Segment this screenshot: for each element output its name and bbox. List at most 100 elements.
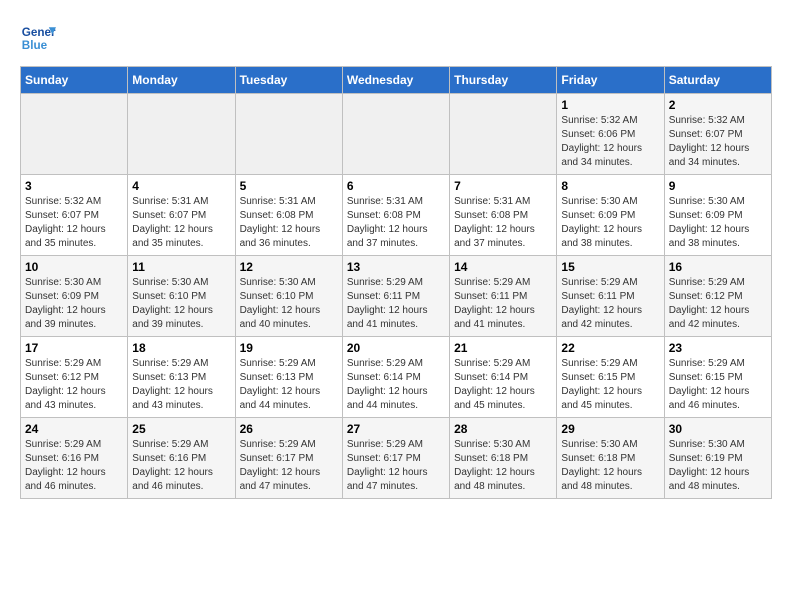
day-info: Sunrise: 5:30 AMSunset: 6:18 PMDaylight:…	[561, 438, 659, 494]
day-number: 24	[25, 422, 123, 436]
day-number: 13	[347, 260, 445, 274]
day-number: 16	[669, 260, 767, 274]
calendar-cell-0-3	[342, 94, 449, 175]
calendar-cell-2-4: 14 Sunrise: 5:29 AMSunset: 6:11 PMDayligh…	[450, 256, 557, 337]
day-info: Sunrise: 5:29 AMSunset: 6:11 PMDaylight:…	[454, 276, 552, 332]
day-number: 20	[347, 341, 445, 355]
day-number: 10	[25, 260, 123, 274]
calendar-cell-1-1: 4 Sunrise: 5:31 AMSunset: 6:07 PMDaylight…	[128, 175, 235, 256]
day-info: Sunrise: 5:31 AMSunset: 6:08 PMDaylight:…	[347, 195, 445, 251]
day-info: Sunrise: 5:29 AMSunset: 6:13 PMDaylight:…	[132, 357, 230, 413]
day-info: Sunrise: 5:32 AMSunset: 6:06 PMDaylight:…	[561, 114, 659, 170]
calendar-cell-1-3: 6 Sunrise: 5:31 AMSunset: 6:08 PMDaylight…	[342, 175, 449, 256]
day-number: 22	[561, 341, 659, 355]
calendar-cell-4-3: 27Sunrise: 5:29 AMSunset: 6:17 PMDayligh…	[342, 418, 449, 499]
day-number: 7	[454, 179, 552, 193]
weekday-header-sunday: Sunday	[21, 67, 128, 94]
calendar-cell-1-6: 9 Sunrise: 5:30 AMSunset: 6:09 PMDaylight…	[664, 175, 771, 256]
day-info: Sunrise: 5:30 AMSunset: 6:19 PMDaylight:…	[669, 438, 767, 494]
day-number: 8	[561, 179, 659, 193]
day-number: 28	[454, 422, 552, 436]
calendar-cell-2-3: 13 Sunrise: 5:29 AMSunset: 6:11 PMDayligh…	[342, 256, 449, 337]
day-number: 5	[240, 179, 338, 193]
day-info: Sunrise: 5:29 AMSunset: 6:16 PMDaylight:…	[132, 438, 230, 494]
calendar-cell-3-4: 21 Sunrise: 5:29 AMSunset: 6:14 PMDayligh…	[450, 337, 557, 418]
calendar-cell-0-6: 2 Sunrise: 5:32 AMSunset: 6:07 PMDaylight…	[664, 94, 771, 175]
calendar-cell-0-4	[450, 94, 557, 175]
weekday-header-tuesday: Tuesday	[235, 67, 342, 94]
calendar-cell-4-0: 24 Sunrise: 5:29 AMSunset: 6:16 PMDayligh…	[21, 418, 128, 499]
logo: General Blue	[20, 20, 60, 56]
day-info: Sunrise: 5:29 AMSunset: 6:14 PMDaylight:…	[347, 357, 445, 413]
calendar-cell-3-0: 17 Sunrise: 5:29 AMSunset: 6:12 PMDayligh…	[21, 337, 128, 418]
day-number: 3	[25, 179, 123, 193]
calendar-cell-2-2: 12 Sunrise: 5:30 AMSunset: 6:10 PMDayligh…	[235, 256, 342, 337]
day-info: Sunrise: 5:29 AMSunset: 6:13 PMDaylight:…	[240, 357, 338, 413]
day-number: 18	[132, 341, 230, 355]
day-number: 14	[454, 260, 552, 274]
day-number: 29	[561, 422, 659, 436]
day-number: 15	[561, 260, 659, 274]
day-info: Sunrise: 5:31 AMSunset: 6:08 PMDaylight:…	[454, 195, 552, 251]
day-info: Sunrise: 5:32 AMSunset: 6:07 PMDaylight:…	[669, 114, 767, 170]
day-info: Sunrise: 5:29 AMSunset: 6:15 PMDaylight:…	[561, 357, 659, 413]
calendar-cell-4-2: 26Sunrise: 5:29 AMSunset: 6:17 PMDayligh…	[235, 418, 342, 499]
day-number: 11	[132, 260, 230, 274]
calendar-cell-3-2: 19 Sunrise: 5:29 AMSunset: 6:13 PMDayligh…	[235, 337, 342, 418]
weekday-header-thursday: Thursday	[450, 67, 557, 94]
day-number: 6	[347, 179, 445, 193]
calendar-cell-2-6: 16 Sunrise: 5:29 AMSunset: 6:12 PMDayligh…	[664, 256, 771, 337]
calendar-cell-4-5: 29 Sunrise: 5:30 AMSunset: 6:18 PMDayligh…	[557, 418, 664, 499]
calendar-cell-1-4: 7 Sunrise: 5:31 AMSunset: 6:08 PMDaylight…	[450, 175, 557, 256]
calendar-cell-0-5: 1 Sunrise: 5:32 AMSunset: 6:06 PMDaylight…	[557, 94, 664, 175]
day-number: 9	[669, 179, 767, 193]
day-number: 19	[240, 341, 338, 355]
calendar-cell-2-5: 15 Sunrise: 5:29 AMSunset: 6:11 PMDayligh…	[557, 256, 664, 337]
day-info: Sunrise: 5:31 AMSunset: 6:07 PMDaylight:…	[132, 195, 230, 251]
day-info: Sunrise: 5:29 AMSunset: 6:16 PMDaylight:…	[25, 438, 123, 494]
day-info: Sunrise: 5:29 AMSunset: 6:11 PMDaylight:…	[561, 276, 659, 332]
calendar-cell-1-5: 8 Sunrise: 5:30 AMSunset: 6:09 PMDaylight…	[557, 175, 664, 256]
day-info: Sunrise: 5:30 AMSunset: 6:09 PMDaylight:…	[669, 195, 767, 251]
calendar-cell-4-1: 25Sunrise: 5:29 AMSunset: 6:16 PMDayligh…	[128, 418, 235, 499]
calendar-cell-4-4: 28 Sunrise: 5:30 AMSunset: 6:18 PMDayligh…	[450, 418, 557, 499]
day-info: Sunrise: 5:31 AMSunset: 6:08 PMDaylight:…	[240, 195, 338, 251]
calendar-table: SundayMondayTuesdayWednesdayThursdayFrid…	[20, 66, 772, 499]
day-number: 4	[132, 179, 230, 193]
svg-text:Blue: Blue	[22, 39, 48, 52]
page-header: General Blue	[20, 20, 772, 56]
calendar-cell-3-3: 20 Sunrise: 5:29 AMSunset: 6:14 PMDayligh…	[342, 337, 449, 418]
day-number: 2	[669, 98, 767, 112]
weekday-header-saturday: Saturday	[664, 67, 771, 94]
calendar-cell-0-0	[21, 94, 128, 175]
day-info: Sunrise: 5:30 AMSunset: 6:10 PMDaylight:…	[240, 276, 338, 332]
calendar-cell-1-2: 5 Sunrise: 5:31 AMSunset: 6:08 PMDaylight…	[235, 175, 342, 256]
day-info: Sunrise: 5:29 AMSunset: 6:12 PMDaylight:…	[25, 357, 123, 413]
day-info: Sunrise: 5:30 AMSunset: 6:09 PMDaylight:…	[561, 195, 659, 251]
logo-icon: General Blue	[20, 20, 56, 56]
day-number: 23	[669, 341, 767, 355]
calendar-cell-3-6: 23Sunrise: 5:29 AMSunset: 6:15 PMDayligh…	[664, 337, 771, 418]
day-info: Sunrise: 5:30 AMSunset: 6:18 PMDaylight:…	[454, 438, 552, 494]
day-info: Sunrise: 5:32 AMSunset: 6:07 PMDaylight:…	[25, 195, 123, 251]
day-info: Sunrise: 5:30 AMSunset: 6:10 PMDaylight:…	[132, 276, 230, 332]
day-number: 1	[561, 98, 659, 112]
weekday-header-wednesday: Wednesday	[342, 67, 449, 94]
day-info: Sunrise: 5:29 AMSunset: 6:17 PMDaylight:…	[347, 438, 445, 494]
day-number: 12	[240, 260, 338, 274]
day-info: Sunrise: 5:29 AMSunset: 6:11 PMDaylight:…	[347, 276, 445, 332]
day-number: 30	[669, 422, 767, 436]
day-info: Sunrise: 5:29 AMSunset: 6:14 PMDaylight:…	[454, 357, 552, 413]
calendar-cell-2-0: 10 Sunrise: 5:30 AMSunset: 6:09 PMDayligh…	[21, 256, 128, 337]
day-info: Sunrise: 5:29 AMSunset: 6:12 PMDaylight:…	[669, 276, 767, 332]
calendar-cell-1-0: 3 Sunrise: 5:32 AMSunset: 6:07 PMDaylight…	[21, 175, 128, 256]
calendar-cell-2-1: 11 Sunrise: 5:30 AMSunset: 6:10 PMDayligh…	[128, 256, 235, 337]
calendar-cell-4-6: 30 Sunrise: 5:30 AMSunset: 6:19 PMDayligh…	[664, 418, 771, 499]
calendar-cell-3-1: 18 Sunrise: 5:29 AMSunset: 6:13 PMDayligh…	[128, 337, 235, 418]
day-number: 17	[25, 341, 123, 355]
calendar-cell-3-5: 22 Sunrise: 5:29 AMSunset: 6:15 PMDayligh…	[557, 337, 664, 418]
day-info: Sunrise: 5:29 AMSunset: 6:17 PMDaylight:…	[240, 438, 338, 494]
day-number: 21	[454, 341, 552, 355]
day-info: Sunrise: 5:30 AMSunset: 6:09 PMDaylight:…	[25, 276, 123, 332]
calendar-cell-0-1	[128, 94, 235, 175]
